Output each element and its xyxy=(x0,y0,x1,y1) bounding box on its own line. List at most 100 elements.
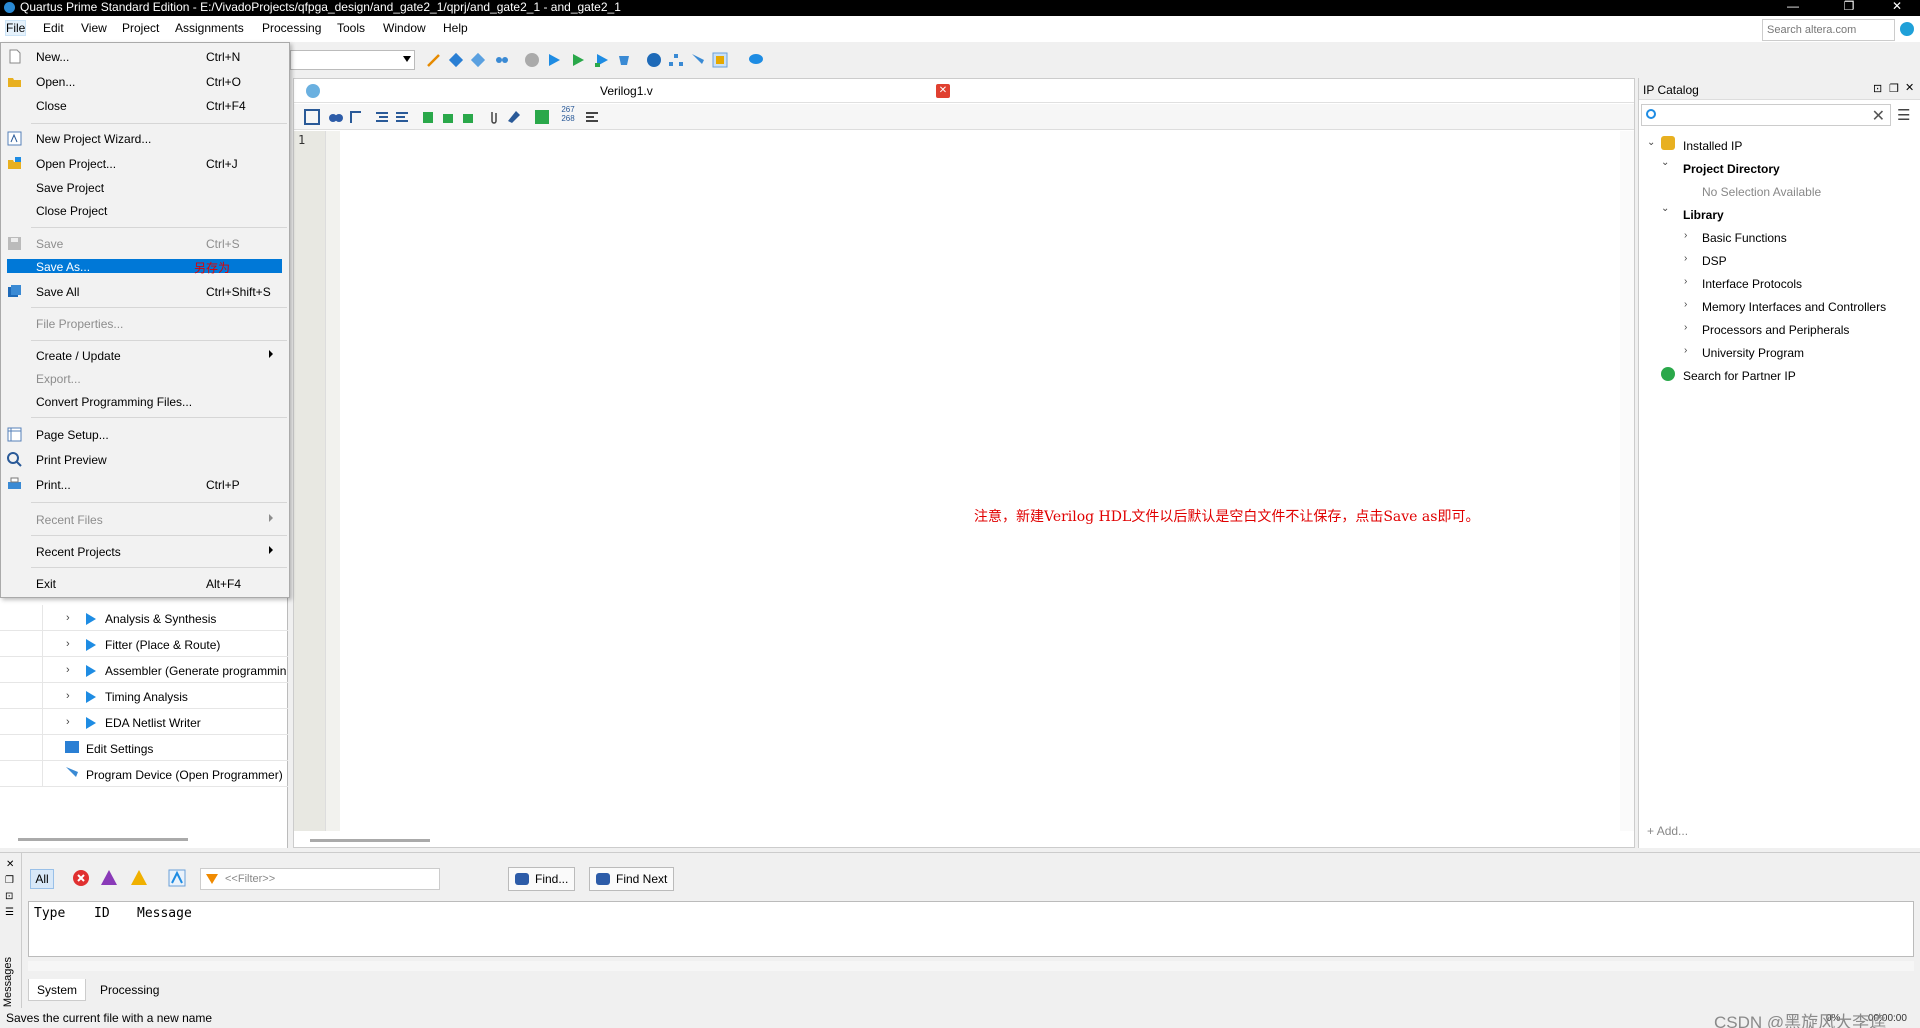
menu-item-print[interactable]: Print... Ctrl+P xyxy=(1,474,289,496)
horizontal-scrollbar[interactable] xyxy=(18,838,188,841)
filter-all-button[interactable]: All xyxy=(30,869,54,889)
play-icon[interactable] xyxy=(86,613,96,625)
menu-item-create-update[interactable]: Create / Update xyxy=(1,345,289,367)
tree-interface-protocols[interactable]: Interface Protocols xyxy=(1702,277,1802,291)
tab-processing[interactable]: Processing xyxy=(92,979,167,1001)
document-icon[interactable] xyxy=(304,109,320,125)
programmer-icon[interactable] xyxy=(690,52,706,68)
analysis-elaboration-icon[interactable] xyxy=(594,52,610,68)
menu-help[interactable]: Help xyxy=(443,21,468,35)
tree-basic-functions[interactable]: Basic Functions xyxy=(1702,231,1787,245)
find-icon[interactable] xyxy=(328,109,344,125)
menu-item-open-project[interactable]: Open Project... Ctrl+J xyxy=(1,153,289,175)
menu-assignments[interactable]: Assignments xyxy=(175,21,244,35)
play-icon[interactable] xyxy=(86,717,96,729)
chevron-right-icon[interactable]: › xyxy=(66,612,70,624)
tree-library[interactable]: Library xyxy=(1683,208,1724,222)
tree-memory-interfaces[interactable]: Memory Interfaces and Controllers xyxy=(1702,300,1886,314)
menu-processing[interactable]: Processing xyxy=(262,21,321,35)
error-filter-icon[interactable] xyxy=(72,869,90,887)
tree-dsp[interactable]: DSP xyxy=(1702,254,1727,268)
goto-icon[interactable] xyxy=(348,109,364,125)
insert-template-icon[interactable] xyxy=(506,109,522,125)
chevron-right-icon[interactable]: › xyxy=(1684,299,1687,310)
suppress-filter-icon[interactable] xyxy=(168,869,186,887)
menu-item-new[interactable]: New... Ctrl+N xyxy=(1,46,289,68)
start-compilation-icon[interactable] xyxy=(546,52,562,68)
attach-icon[interactable] xyxy=(486,109,502,125)
restore-icon[interactable]: ❐ xyxy=(1842,0,1856,14)
bookmark-icon[interactable] xyxy=(420,109,436,125)
menu-view[interactable]: View xyxy=(81,21,107,35)
message-filter-input[interactable]: <<Filter>> xyxy=(200,868,440,890)
menu-item-new-project-wizard[interactable]: New Project Wizard... xyxy=(1,128,289,150)
close-tab-icon[interactable]: ✕ xyxy=(936,84,950,98)
menu-item-convert-programming-files[interactable]: Convert Programming Files... xyxy=(1,391,289,413)
insert-block-icon[interactable] xyxy=(534,109,550,125)
menu-file[interactable]: File xyxy=(4,20,27,36)
warning-filter-icon[interactable] xyxy=(130,869,148,887)
close-panel-icon[interactable]: ✕ xyxy=(6,859,14,870)
find-button[interactable]: Find... xyxy=(508,867,576,891)
play-icon[interactable] xyxy=(86,691,96,703)
menu-item-close[interactable]: Close Ctrl+F4 xyxy=(1,95,289,117)
clear-icon[interactable]: ✕ xyxy=(1872,106,1885,126)
chevron-right-icon[interactable]: › xyxy=(1684,276,1687,287)
tree-project-directory[interactable]: Project Directory xyxy=(1683,162,1780,176)
chat-bubble-icon[interactable] xyxy=(748,52,764,68)
timing-analyzer-icon[interactable] xyxy=(616,52,632,68)
chevron-right-icon[interactable]: › xyxy=(66,716,70,728)
hierarchy-icon[interactable] xyxy=(668,52,684,68)
chevron-down-icon[interactable]: ⌄ xyxy=(1661,157,1669,168)
menu-item-close-project[interactable]: Close Project xyxy=(1,200,289,222)
format-icon[interactable] xyxy=(584,109,600,125)
pin-icon[interactable]: ⊡ xyxy=(1873,82,1882,95)
horizontal-scrollbar[interactable] xyxy=(310,839,430,842)
find-next-button[interactable]: Find Next xyxy=(589,867,675,891)
pencil-icon[interactable] xyxy=(426,52,442,68)
netlist-viewer-icon[interactable] xyxy=(646,52,662,68)
menu-project[interactable]: Project xyxy=(122,21,159,35)
design-partition-icon[interactable] xyxy=(494,52,510,68)
indent-icon[interactable] xyxy=(374,109,390,125)
horizontal-scrollbar[interactable] xyxy=(28,961,1914,971)
menu-icon[interactable]: ☰ xyxy=(5,907,14,918)
pin-icon[interactable]: ⊡ xyxy=(5,891,13,902)
critical-warning-filter-icon[interactable] xyxy=(100,869,118,887)
task-edit-settings[interactable]: Edit Settings xyxy=(0,735,288,761)
pin-planner-icon[interactable] xyxy=(448,52,464,68)
minimize-icon[interactable]: — xyxy=(1786,0,1800,14)
chevron-down-icon[interactable]: ⌄ xyxy=(1647,137,1655,148)
chevron-right-icon[interactable]: › xyxy=(1684,345,1687,356)
next-bookmark-icon[interactable] xyxy=(440,109,456,125)
tab-verilog1[interactable]: Verilog1.v xyxy=(600,84,653,98)
menu-edit[interactable]: Edit xyxy=(43,21,64,35)
prev-bookmark-icon[interactable] xyxy=(460,109,476,125)
chevron-right-icon[interactable]: › xyxy=(1684,253,1687,264)
close-window-icon[interactable]: ✕ xyxy=(1890,0,1904,14)
task-fitter[interactable]: › Fitter (Place & Route) xyxy=(0,631,288,657)
task-program-device[interactable]: Program Device (Open Programmer) xyxy=(0,761,288,787)
menu-item-recent-projects[interactable]: Recent Projects xyxy=(1,541,289,563)
tab-system[interactable]: System xyxy=(28,979,87,1001)
column-message[interactable]: Message xyxy=(137,906,192,921)
close-panel-icon[interactable]: ✕ xyxy=(1905,81,1914,94)
float-icon[interactable]: ❐ xyxy=(1889,82,1899,95)
chip-planner-icon[interactable] xyxy=(470,52,486,68)
tree-university-program[interactable]: University Program xyxy=(1702,346,1804,360)
ip-search-input[interactable]: ✕ xyxy=(1641,104,1891,126)
column-id[interactable]: ID xyxy=(94,906,110,921)
search-input[interactable]: Search altera.com xyxy=(1762,19,1895,41)
ip-catalog-icon[interactable] xyxy=(712,52,728,68)
vertical-scrollbar[interactable] xyxy=(1620,131,1634,831)
menu-window[interactable]: Window xyxy=(383,21,426,35)
float-icon[interactable]: ❐ xyxy=(5,875,14,886)
hierarchy-combo[interactable] xyxy=(290,50,415,70)
chevron-right-icon[interactable]: › xyxy=(1684,230,1687,241)
menu-item-page-setup[interactable]: Page Setup... xyxy=(1,424,289,446)
tree-installed-ip[interactable]: Installed IP xyxy=(1683,139,1742,153)
menu-item-save-all[interactable]: Save All Ctrl+Shift+S xyxy=(1,281,289,303)
play-icon[interactable] xyxy=(86,665,96,677)
play-icon[interactable] xyxy=(86,639,96,651)
stop-icon[interactable] xyxy=(524,52,540,68)
